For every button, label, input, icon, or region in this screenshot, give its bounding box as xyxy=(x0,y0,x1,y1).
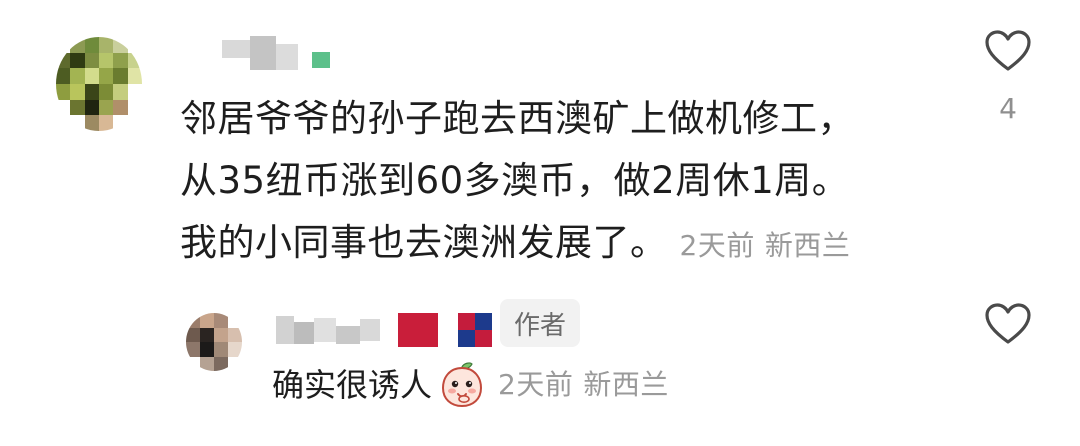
avatar[interactable] xyxy=(186,313,242,371)
comment-line: 邻居爷爷的孙子跑去西澳矿上做机修工， xyxy=(180,97,855,140)
comment-body: 邻居爷爷的孙子跑去西澳矿上做机修工， 从35纽币涨到60多澳币，做2周休1周。 … xyxy=(180,88,940,277)
reply-meta: 2天前 新西兰 xyxy=(498,357,669,413)
reply-body: 确实很诱人 2天前 新西兰 xyxy=(272,357,669,413)
comment-location: 新西兰 xyxy=(764,229,851,262)
username[interactable] xyxy=(222,36,330,70)
comment-line-text: 我的小同事也去澳洲发展了。 xyxy=(180,221,668,264)
username[interactable] xyxy=(276,313,492,347)
like-button[interactable] xyxy=(982,303,1034,345)
like-count: 4 xyxy=(999,92,1017,125)
peach-face-emoji xyxy=(442,362,483,408)
heart-outline-icon xyxy=(985,303,1031,344)
reply-text: 确实很诱人 xyxy=(272,366,433,404)
like-button[interactable]: 4 xyxy=(982,30,1034,125)
comment-line: 我的小同事也去澳洲发展了。 2天前 新西兰 xyxy=(180,212,940,277)
reply-location: 新西兰 xyxy=(583,368,669,401)
comment-meta: 2天前 新西兰 xyxy=(680,229,851,262)
avatar[interactable] xyxy=(56,37,142,131)
reply-time: 2天前 xyxy=(498,368,574,401)
comment-line: 从35纽币涨到60多澳币，做2周休1周。 xyxy=(180,159,850,202)
heart-outline-icon xyxy=(985,30,1031,71)
author-badge: 作者 xyxy=(500,299,580,347)
comment-time: 2天前 xyxy=(679,229,755,262)
